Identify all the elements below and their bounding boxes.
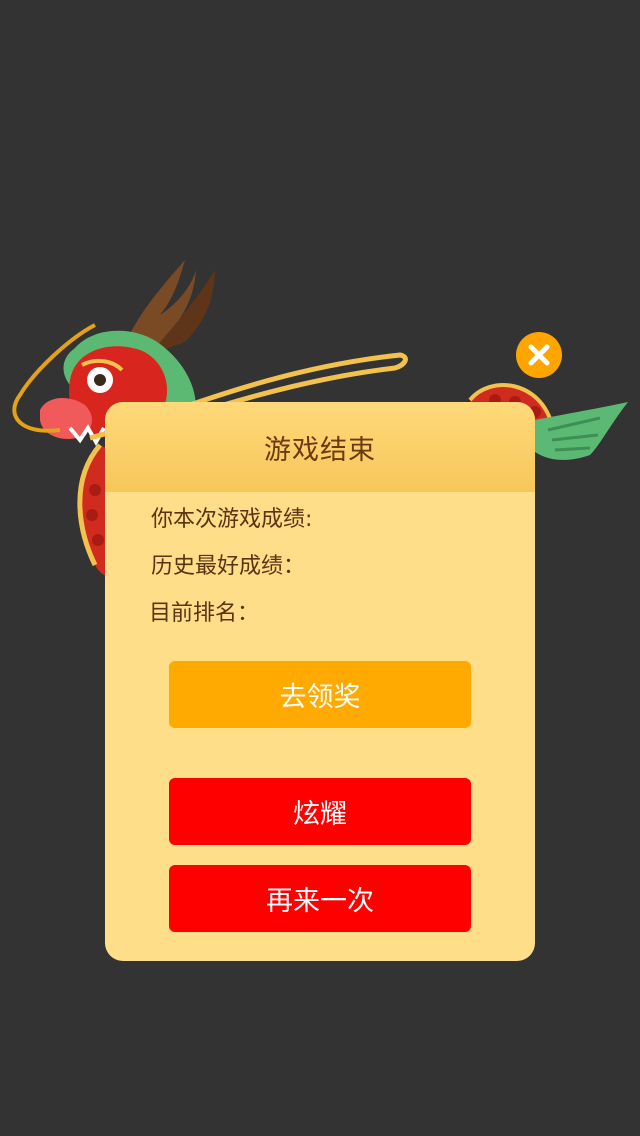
game-over-dialog: 游戏结束 你本次游戏成绩: 历史最好成绩： 目前排名： 去领奖 炫耀 再来一次: [105, 402, 535, 961]
game-over-screen: 游戏结束 你本次游戏成绩: 历史最好成绩： 目前排名： 去领奖 炫耀 再来一次: [0, 0, 640, 1136]
close-button[interactable]: [516, 332, 562, 378]
close-icon: [528, 344, 550, 366]
current-score-label: 你本次游戏成绩:: [151, 507, 313, 532]
dialog-title: 游戏结束: [264, 434, 376, 466]
best-score-label: 历史最好成绩：: [151, 554, 306, 579]
dialog-header: 游戏结束: [105, 402, 535, 492]
show-off-button[interactable]: 炫耀: [169, 778, 471, 845]
claim-reward-button[interactable]: 去领奖: [169, 661, 471, 728]
play-again-button[interactable]: 再来一次: [169, 865, 471, 932]
rank-label: 目前排名：: [149, 601, 260, 626]
stats-section: 你本次游戏成绩: 历史最好成绩： 目前排名：: [105, 492, 535, 646]
